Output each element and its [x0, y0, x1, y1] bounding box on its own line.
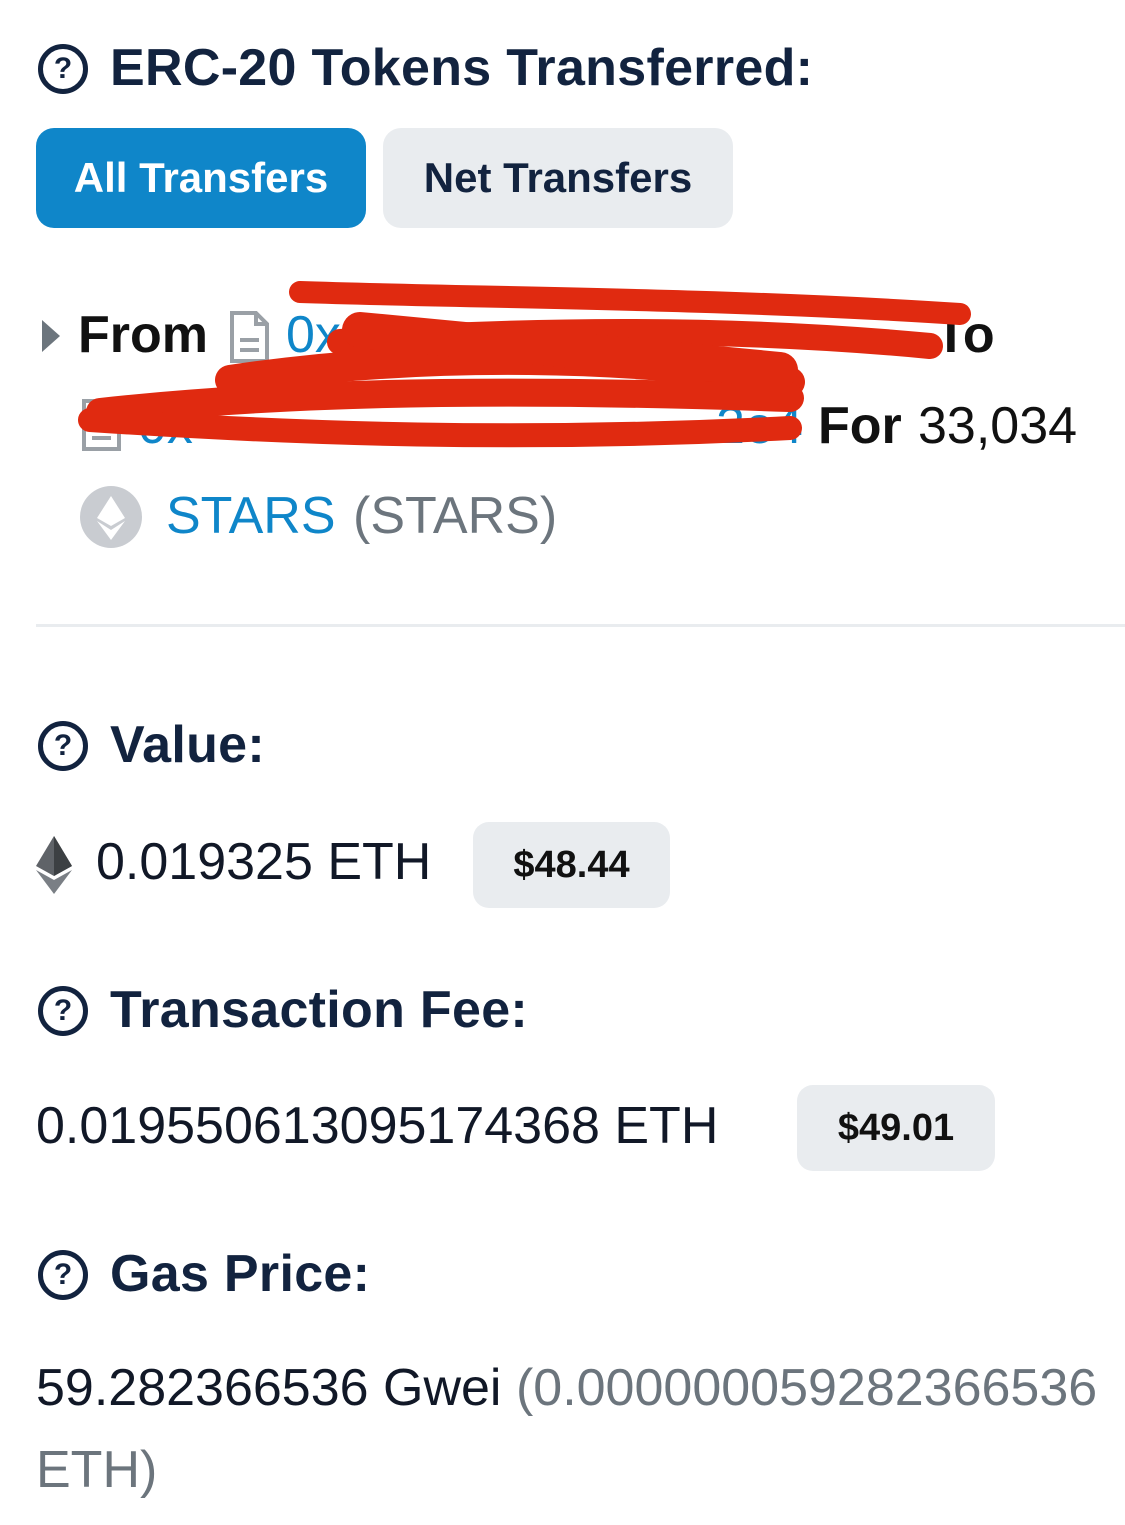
- value-usd-badge: $48.44: [473, 822, 670, 908]
- help-icon[interactable]: ?: [38, 721, 88, 771]
- tab-all-transfers[interactable]: All Transfers: [36, 128, 366, 228]
- gas-price-heading: Gas Price:: [110, 1245, 371, 1303]
- redaction-scribble: [78, 281, 971, 448]
- help-icon[interactable]: ?: [38, 44, 88, 94]
- tokens-transferred-heading: ERC-20 Tokens Transferred:: [110, 39, 814, 97]
- gas-price-eth-equivalent: (0.000000059282366536: [515, 1359, 1098, 1417]
- transaction-fee-heading: Transaction Fee:: [110, 981, 529, 1039]
- help-icon[interactable]: ?: [38, 986, 88, 1036]
- gas-price-gwei: 59.282366536 Gwei: [36, 1359, 502, 1417]
- tab-net-transfers[interactable]: Net Transfers: [383, 128, 733, 228]
- ethereum-icon: [36, 836, 72, 894]
- help-icon[interactable]: ?: [38, 1250, 88, 1300]
- gas-price-eth-unit: ETH): [36, 1441, 158, 1499]
- section-divider: [36, 624, 1125, 627]
- eth-token-logo-icon: [80, 486, 142, 548]
- fee-eth-amount: 0.019550613095174368 ETH: [36, 1097, 719, 1155]
- value-eth-amount: 0.019325 ETH: [96, 833, 432, 891]
- value-heading: Value:: [110, 716, 265, 774]
- gas-price-line: 59.282366536 Gwei (0.000000059282366536: [36, 1358, 1125, 1418]
- fee-usd-badge: $49.01: [797, 1085, 995, 1171]
- token-symbol: (STARS): [353, 487, 558, 545]
- token-name-link[interactable]: STARS: [166, 486, 336, 546]
